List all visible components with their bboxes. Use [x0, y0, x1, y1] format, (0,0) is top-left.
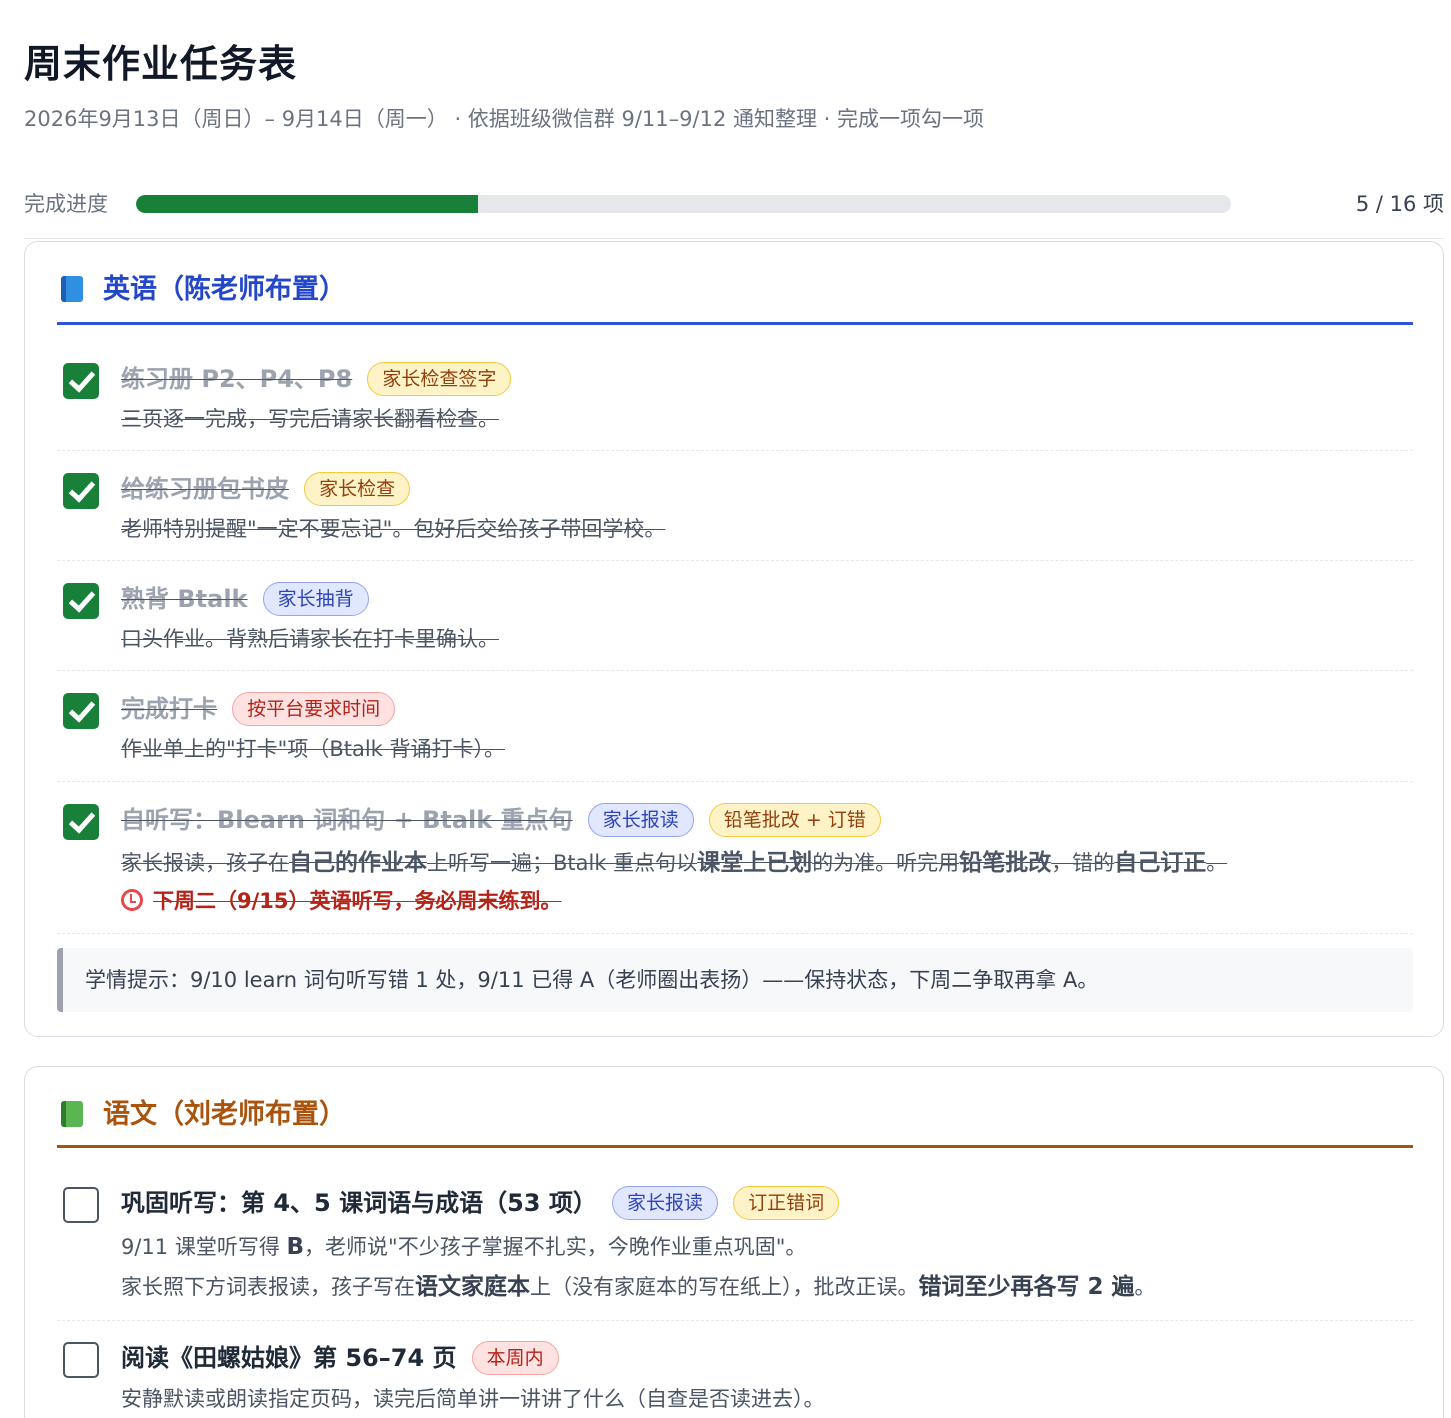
progress-bar [136, 195, 1231, 213]
task-title: 完成打卡 [121, 695, 217, 723]
task-title: 巩固听写：第 4、5 课词语与成语（53 项） [121, 1189, 597, 1217]
task-checkbox[interactable] [63, 363, 99, 399]
task-checkbox[interactable] [63, 804, 99, 840]
tag-badge: 家长抽背 [262, 582, 369, 616]
page-title: 周末作业任务表 [24, 42, 298, 86]
study-hint: 学情提示：9/10 learn 词句听写错 1 处，9/11 已得 A（老师圈出… [57, 948, 1413, 1012]
task-checkbox[interactable] [63, 473, 99, 509]
task-description: 家长报读，孩子在自己的作业本上听写一遍；Btalk 重点句以课堂上已划的为准。听… [121, 850, 1228, 876]
task-checkbox[interactable] [63, 1187, 99, 1223]
chinese-section-header: 语文（刘老师布置） [57, 1093, 1413, 1148]
task-alert: 下周二（9/15）英语听写，务必周末练到。 [121, 881, 562, 921]
task-item: 熟背 Btalk 家长抽背 口头作业。背熟后请家长在打卡里确认。 [57, 561, 1413, 671]
tag-badge: 家长报读 [611, 1186, 718, 1220]
task-title: 给练习册包书皮 [121, 475, 289, 503]
progress-label: 完成进度 [24, 192, 108, 216]
progress-row: 完成进度 5 / 16 项 [24, 186, 1444, 222]
task-title: 阅读《田螺姑娘》第 56–74 页 [121, 1344, 457, 1372]
tag-badge: 家长报读 [587, 803, 694, 837]
tag-badge: 按平台要求时间 [232, 692, 396, 726]
task-description: 9/11 课堂听写得 B，老师说"不少孩子掌握不扎实，今晚作业重点巩固"。 [121, 1234, 807, 1260]
study-hint-text: 学情提示：9/10 learn 词句听写错 1 处，9/11 已得 A（老师圈出… [85, 968, 1099, 992]
task-item: 阅读《田螺姑娘》第 56–74 页 本周内 安静默读或朗读指定页码，读完后简单讲… [57, 1321, 1413, 1418]
task-title: 熟背 Btalk [121, 585, 248, 613]
english-section: 英语（陈老师布置） 练习册 P2、P4、P8 家长检查签字 三页逐一完成，写完后… [24, 241, 1444, 1037]
alarm-clock-icon [121, 889, 143, 911]
task-title: 练习册 P2、P4、P8 [121, 365, 353, 393]
page-subtitle: 2026年9月13日（周日）– 9月14日（周一） · 依据班级微信群 9/11… [24, 107, 984, 131]
english-section-header: 英语（陈老师布置） [57, 268, 1413, 325]
task-checkbox[interactable] [63, 1342, 99, 1378]
tag-badge: 订正错词 [733, 1186, 840, 1220]
task-description: 作业单上的"打卡"项（Btalk 背诵打卡）。 [121, 737, 505, 761]
tag-badge: 家长检查签字 [367, 362, 512, 396]
task-description: 家长照下方词表报读，孩子写在语文家庭本上（没有家庭本的写在纸上），批改正误。错词… [121, 1274, 1156, 1300]
task-description: 三页逐一完成，写完后请家长翻看检查。 [121, 407, 499, 431]
task-checkbox[interactable] [63, 583, 99, 619]
task-item: 自听写：Blearn 词和句 + Btalk 重点句 家长报读 铅笔批改 + 订… [57, 782, 1413, 934]
divider [24, 238, 1444, 239]
progress-count: 5 / 16 项 [1355, 192, 1444, 216]
green-book-icon [61, 1101, 83, 1127]
task-title: 自听写：Blearn 词和句 + Btalk 重点句 [121, 806, 573, 834]
english-section-title: 英语（陈老师布置） [103, 274, 346, 305]
task-item: 完成打卡 按平台要求时间 作业单上的"打卡"项（Btalk 背诵打卡）。 [57, 671, 1413, 782]
task-description: 安静默读或朗读指定页码，读完后简单讲一讲讲了什么（自查是否读进去）。 [121, 1387, 825, 1411]
task-description: 老师特别提醒"一定不要忘记"。包好后交给孩子带回学校。 [121, 517, 666, 541]
task-checkbox[interactable] [63, 693, 99, 729]
tag-badge: 铅笔批改 + 订错 [708, 803, 881, 837]
blue-book-icon [61, 276, 83, 302]
chinese-section-title: 语文（刘老师布置） [103, 1099, 346, 1130]
chinese-section: 语文（刘老师布置） 巩固听写：第 4、5 课词语与成语（53 项） 家长报读 订… [24, 1066, 1444, 1418]
task-item: 给练习册包书皮 家长检查 老师特别提醒"一定不要忘记"。包好后交给孩子带回学校。 [57, 451, 1413, 561]
task-description: 口头作业。背熟后请家长在打卡里确认。 [121, 627, 499, 651]
tag-badge: 本周内 [471, 1341, 559, 1375]
progress-fill [136, 195, 479, 213]
task-item: 巩固听写：第 4、5 课词语与成语（53 项） 家长报读 订正错词 9/11 课… [57, 1166, 1413, 1321]
task-item: 练习册 P2、P4、P8 家长检查签字 三页逐一完成，写完后请家长翻看检查。 [57, 341, 1413, 451]
tag-badge: 家长检查 [304, 472, 411, 506]
